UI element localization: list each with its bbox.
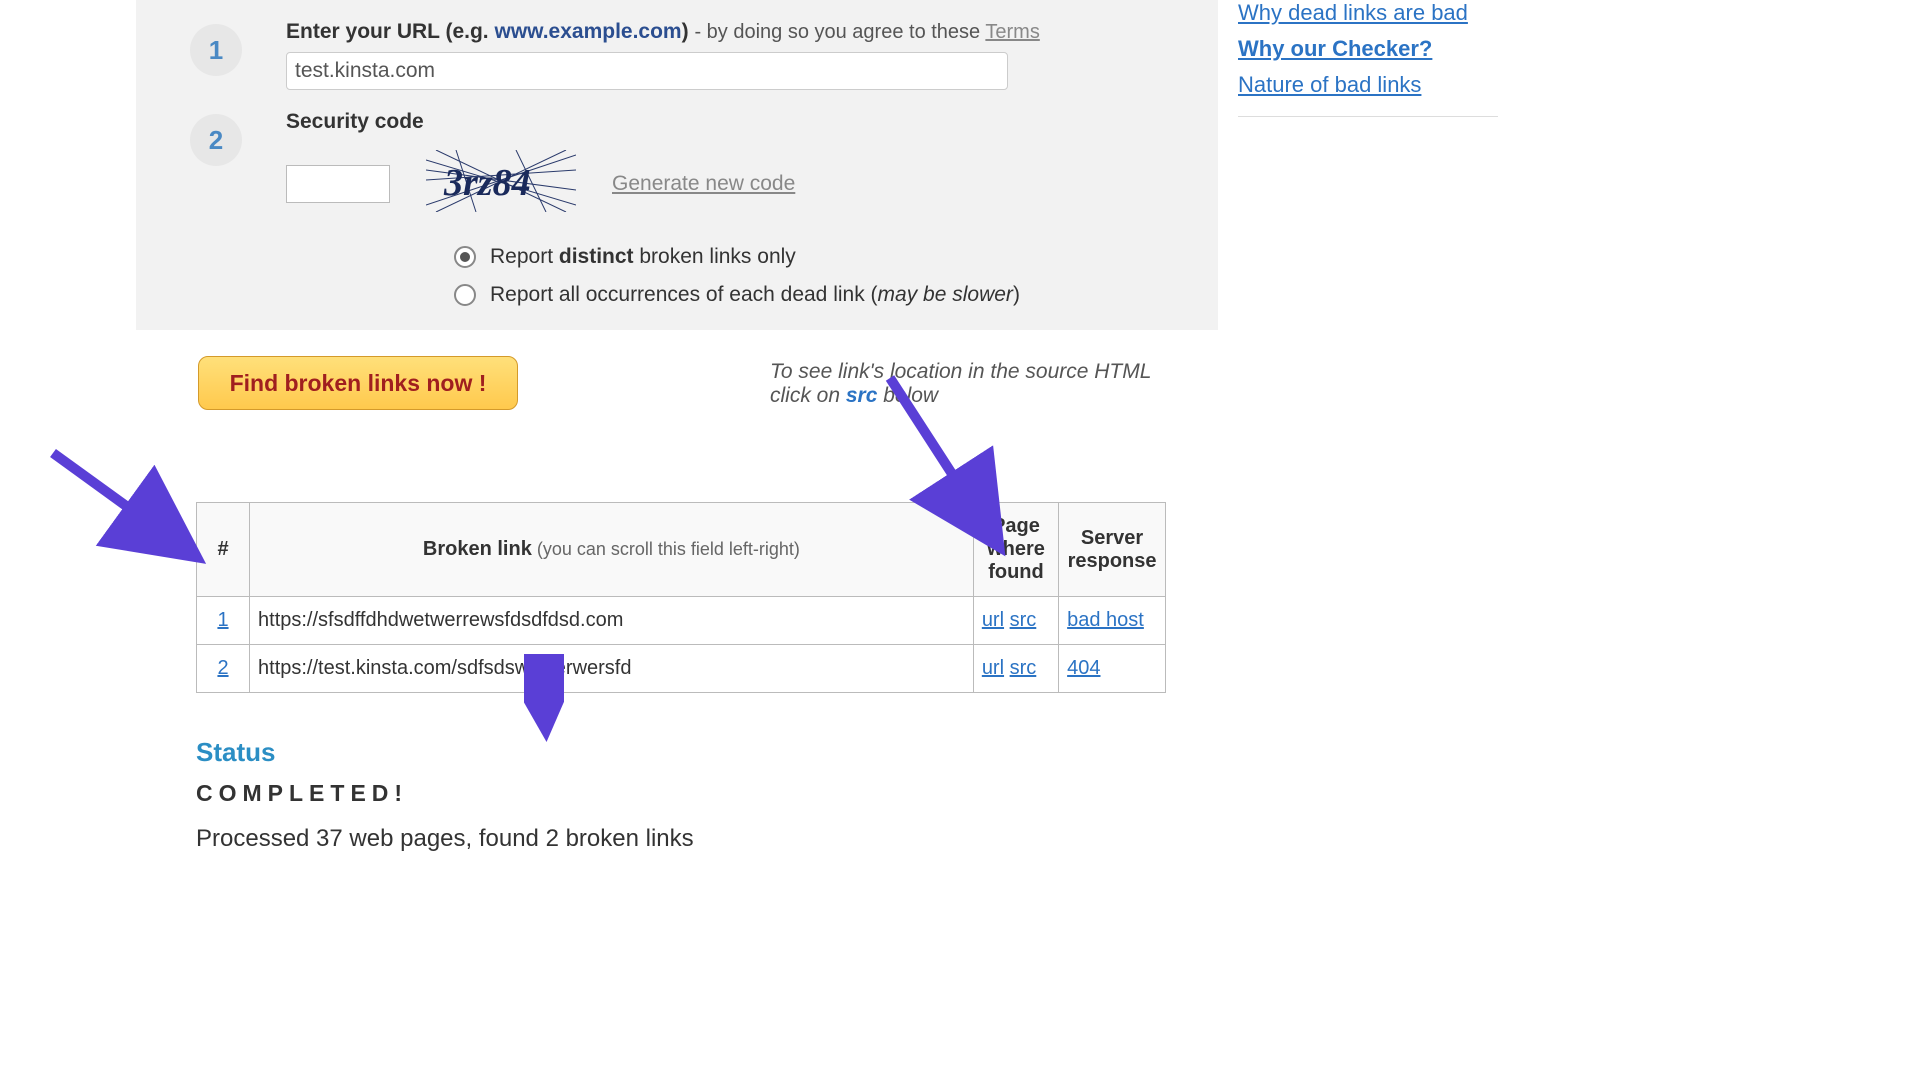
radio-distinct[interactable] — [454, 246, 476, 268]
step-2-row: 2 Security code — [136, 110, 1218, 217]
url-input[interactable] — [286, 52, 1008, 90]
table-header-page: Pagewherefound — [973, 503, 1058, 597]
hint-text: To see link's location in the source HTM… — [770, 360, 1151, 408]
sidebar-divider — [1238, 116, 1498, 117]
form-panel: 1 Enter your URL (e.g. www.example.com) … — [136, 0, 1218, 371]
hint-line-2: click on src below — [770, 384, 1151, 408]
table-header-link: Broken link (you can scroll this field l… — [250, 503, 974, 597]
broken-link-cell: https://test.kinsta.com/sdfsdswewerwersf… — [250, 645, 974, 693]
server-response-link[interactable]: bad host — [1067, 609, 1144, 631]
url-label-prefix: Enter your URL (e.g. — [286, 20, 494, 43]
row-number-link[interactable]: 1 — [217, 609, 228, 631]
url-label: Enter your URL (e.g. www.example.com) - … — [286, 20, 1218, 44]
table-row: 2 https://test.kinsta.com/sdfsdswewerwer… — [197, 645, 1166, 693]
step-1-row: 1 Enter your URL (e.g. www.example.com) … — [136, 20, 1218, 90]
hint-line-1: To see link's location in the source HTM… — [770, 360, 1151, 384]
svg-text:3rz84: 3rz84 — [443, 162, 531, 204]
report-options: Report distinct broken links only Report… — [454, 245, 1218, 307]
sidebar-link[interactable]: Why our Checker? — [1238, 36, 1498, 62]
url-label-example: www.example.com — [494, 20, 681, 43]
row-number-link[interactable]: 2 — [217, 657, 228, 679]
page-src-link[interactable]: src — [1010, 657, 1037, 679]
captcha-image: 3rz84 — [426, 150, 576, 217]
sidebar-link[interactable]: Why dead links are bad — [1238, 0, 1498, 26]
radio-all[interactable] — [454, 284, 476, 306]
generate-code-link[interactable]: Generate new code — [612, 172, 795, 196]
option-all[interactable]: Report all occurrences of each dead link… — [454, 283, 1218, 307]
url-agree-text: - by doing so you agree to these — [694, 21, 985, 43]
results-panel: Find broken links now ! To see link's lo… — [136, 330, 1218, 933]
step-2-badge: 2 — [190, 114, 242, 166]
url-label-suffix: ) — [682, 20, 695, 43]
option-distinct-label: Report distinct broken links only — [490, 245, 796, 269]
status-block: Status COMPLETED! Processed 37 web pages… — [196, 737, 1218, 853]
broken-link-cell: https://sfsdffdhdwetwerrewsfdsdfdsd.com — [250, 597, 974, 645]
find-broken-links-button[interactable]: Find broken links now ! — [198, 356, 518, 410]
sidebar: Why dead links are bad Why our Checker? … — [1238, 0, 1498, 125]
sidebar-link[interactable]: Nature of bad links — [1238, 72, 1498, 98]
status-header: Status — [196, 737, 1218, 768]
terms-link[interactable]: Terms — [985, 21, 1039, 43]
option-all-label: Report all occurrences of each dead link… — [490, 283, 1020, 307]
results-table: # Broken link (you can scroll this field… — [196, 502, 1166, 693]
server-response-link[interactable]: 404 — [1067, 657, 1100, 679]
page-url-link[interactable]: url — [982, 657, 1004, 679]
table-header-num: # — [197, 503, 250, 597]
status-processed: Processed 37 web pages, found 2 broken l… — [196, 825, 1218, 853]
page-url-link[interactable]: url — [982, 609, 1004, 631]
security-label: Security code — [286, 110, 1218, 134]
step-1-badge: 1 — [190, 24, 242, 76]
status-completed: COMPLETED! — [196, 780, 1218, 807]
page-src-link[interactable]: src — [1010, 609, 1037, 631]
table-row: 1 https://sfsdffdhdwetwerrewsfdsdfdsd.co… — [197, 597, 1166, 645]
option-distinct[interactable]: Report distinct broken links only — [454, 245, 1218, 269]
table-header-response: Serverresponse — [1059, 503, 1166, 597]
security-code-input[interactable] — [286, 165, 390, 203]
